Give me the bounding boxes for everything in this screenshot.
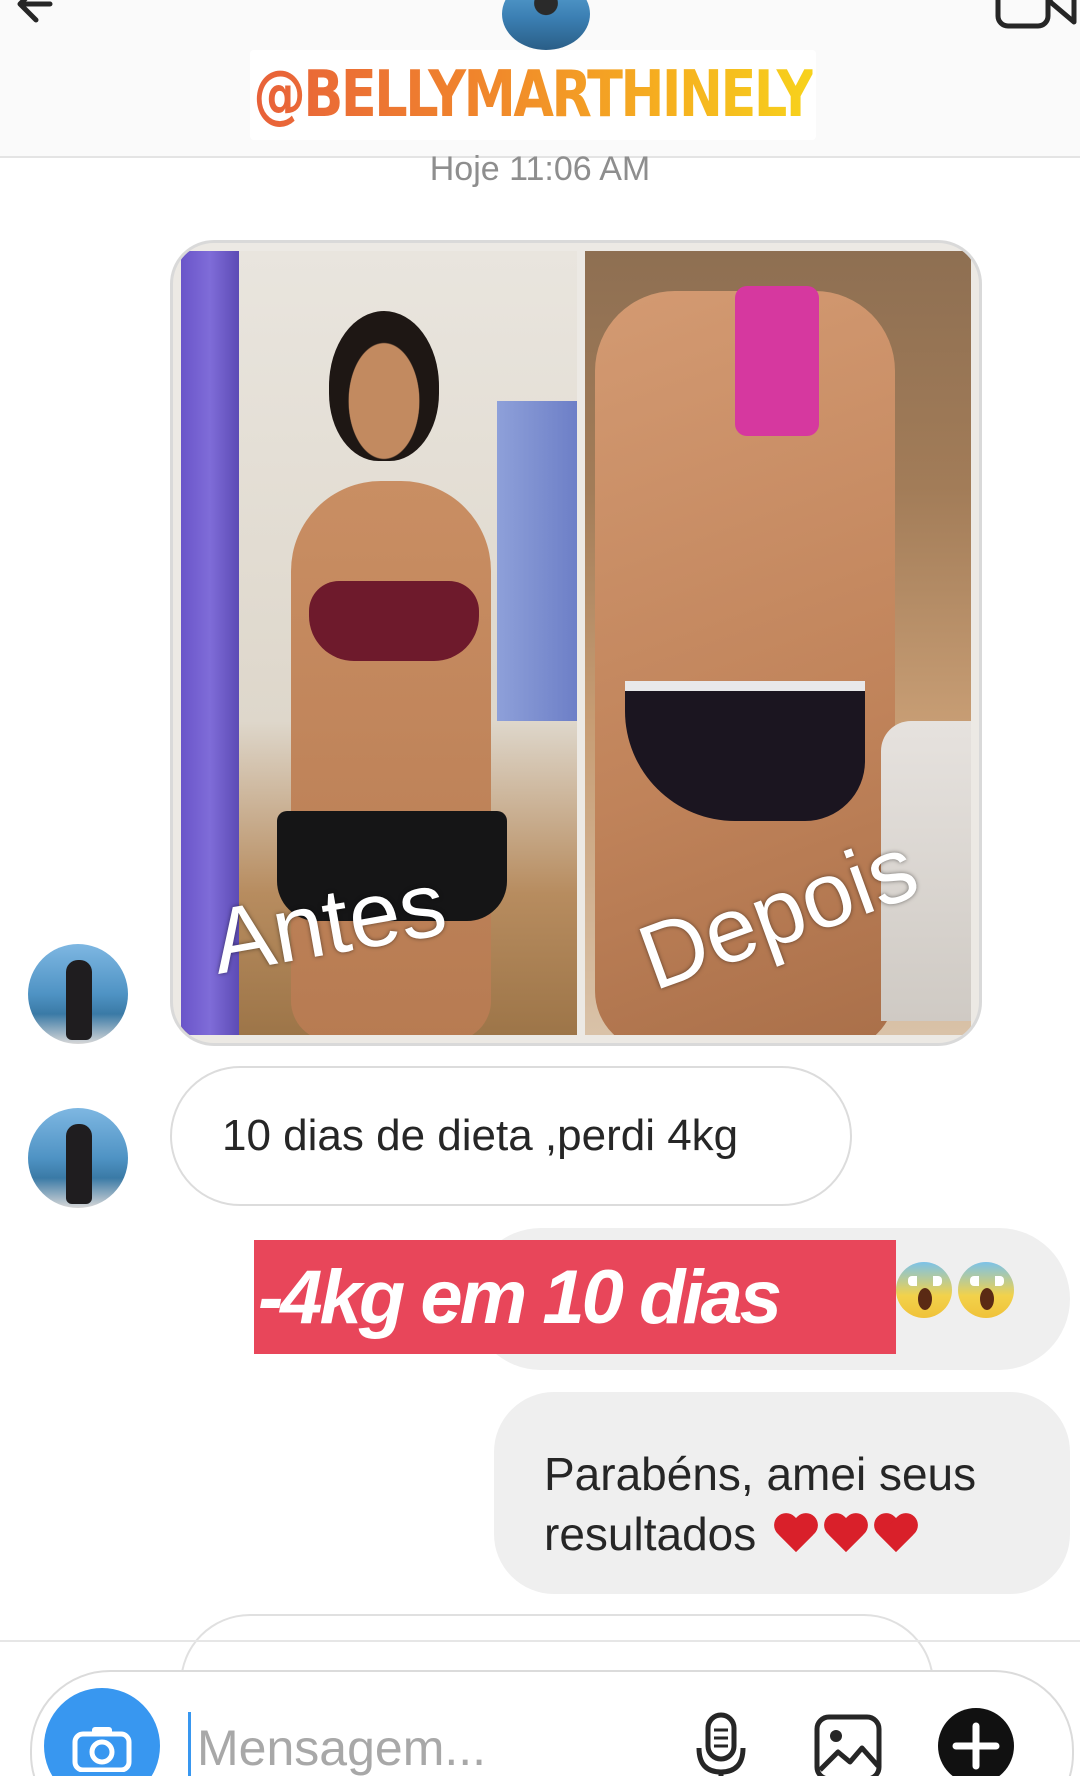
chat-screen: @BELLYMARTHINELY Hoje 11:06 AM Antes Dep… bbox=[0, 0, 1080, 1776]
person-head bbox=[329, 311, 439, 461]
header-avatar[interactable] bbox=[502, 0, 590, 50]
gallery-icon[interactable] bbox=[814, 1714, 882, 1776]
handle-banner: @BELLYMARTHINELY bbox=[250, 50, 816, 140]
video-call-icon[interactable] bbox=[990, 0, 1080, 40]
photo-message[interactable]: Antes Depois bbox=[170, 240, 982, 1046]
sender-avatar[interactable] bbox=[28, 944, 128, 1044]
emoji-row bbox=[896, 1262, 1014, 1318]
microphone-icon[interactable] bbox=[694, 1712, 748, 1776]
chat-header: @BELLYMARTHINELY bbox=[0, 0, 1080, 158]
message-text: resultados bbox=[544, 1508, 757, 1560]
phone-in-photo bbox=[735, 286, 819, 436]
clothing-top bbox=[309, 581, 479, 661]
after-photo: Depois bbox=[585, 251, 971, 1035]
scream-emoji-icon bbox=[958, 1262, 1014, 1318]
message-text-line-2: resultados bbox=[544, 1504, 1030, 1564]
username-handle: @BELLYMARTHINELY bbox=[253, 58, 815, 132]
camera-icon bbox=[72, 1727, 132, 1772]
composer-divider bbox=[0, 1640, 1080, 1642]
incoming-message-bubble[interactable]: 10 dias de dieta ,perdi 4kg bbox=[170, 1066, 852, 1206]
message-text: -4kg em 10 dias bbox=[258, 1254, 782, 1340]
message-timestamp: Hoje 11:06 AM bbox=[429, 150, 651, 188]
plus-icon[interactable] bbox=[936, 1706, 1016, 1776]
sender-avatar[interactable] bbox=[28, 1108, 128, 1208]
message-input[interactable] bbox=[188, 1712, 669, 1776]
back-arrow-icon[interactable] bbox=[14, 0, 94, 40]
heart-emoji-icon bbox=[773, 1514, 819, 1556]
scream-emoji-icon bbox=[896, 1262, 952, 1318]
window-decor bbox=[497, 401, 577, 721]
heart-emoji-icon bbox=[823, 1514, 869, 1556]
outgoing-message-bubble[interactable]: Parabéns, amei seus resultados bbox=[494, 1392, 1070, 1594]
message-text: 10 dias de dieta ,perdi 4kg bbox=[222, 1111, 739, 1160]
message-text-line: Parabéns, amei seus bbox=[544, 1448, 977, 1500]
before-photo: Antes bbox=[181, 251, 577, 1035]
highlight-overlay-text: -4kg em 10 dias bbox=[254, 1240, 896, 1354]
heart-emoji-icon bbox=[873, 1514, 919, 1556]
